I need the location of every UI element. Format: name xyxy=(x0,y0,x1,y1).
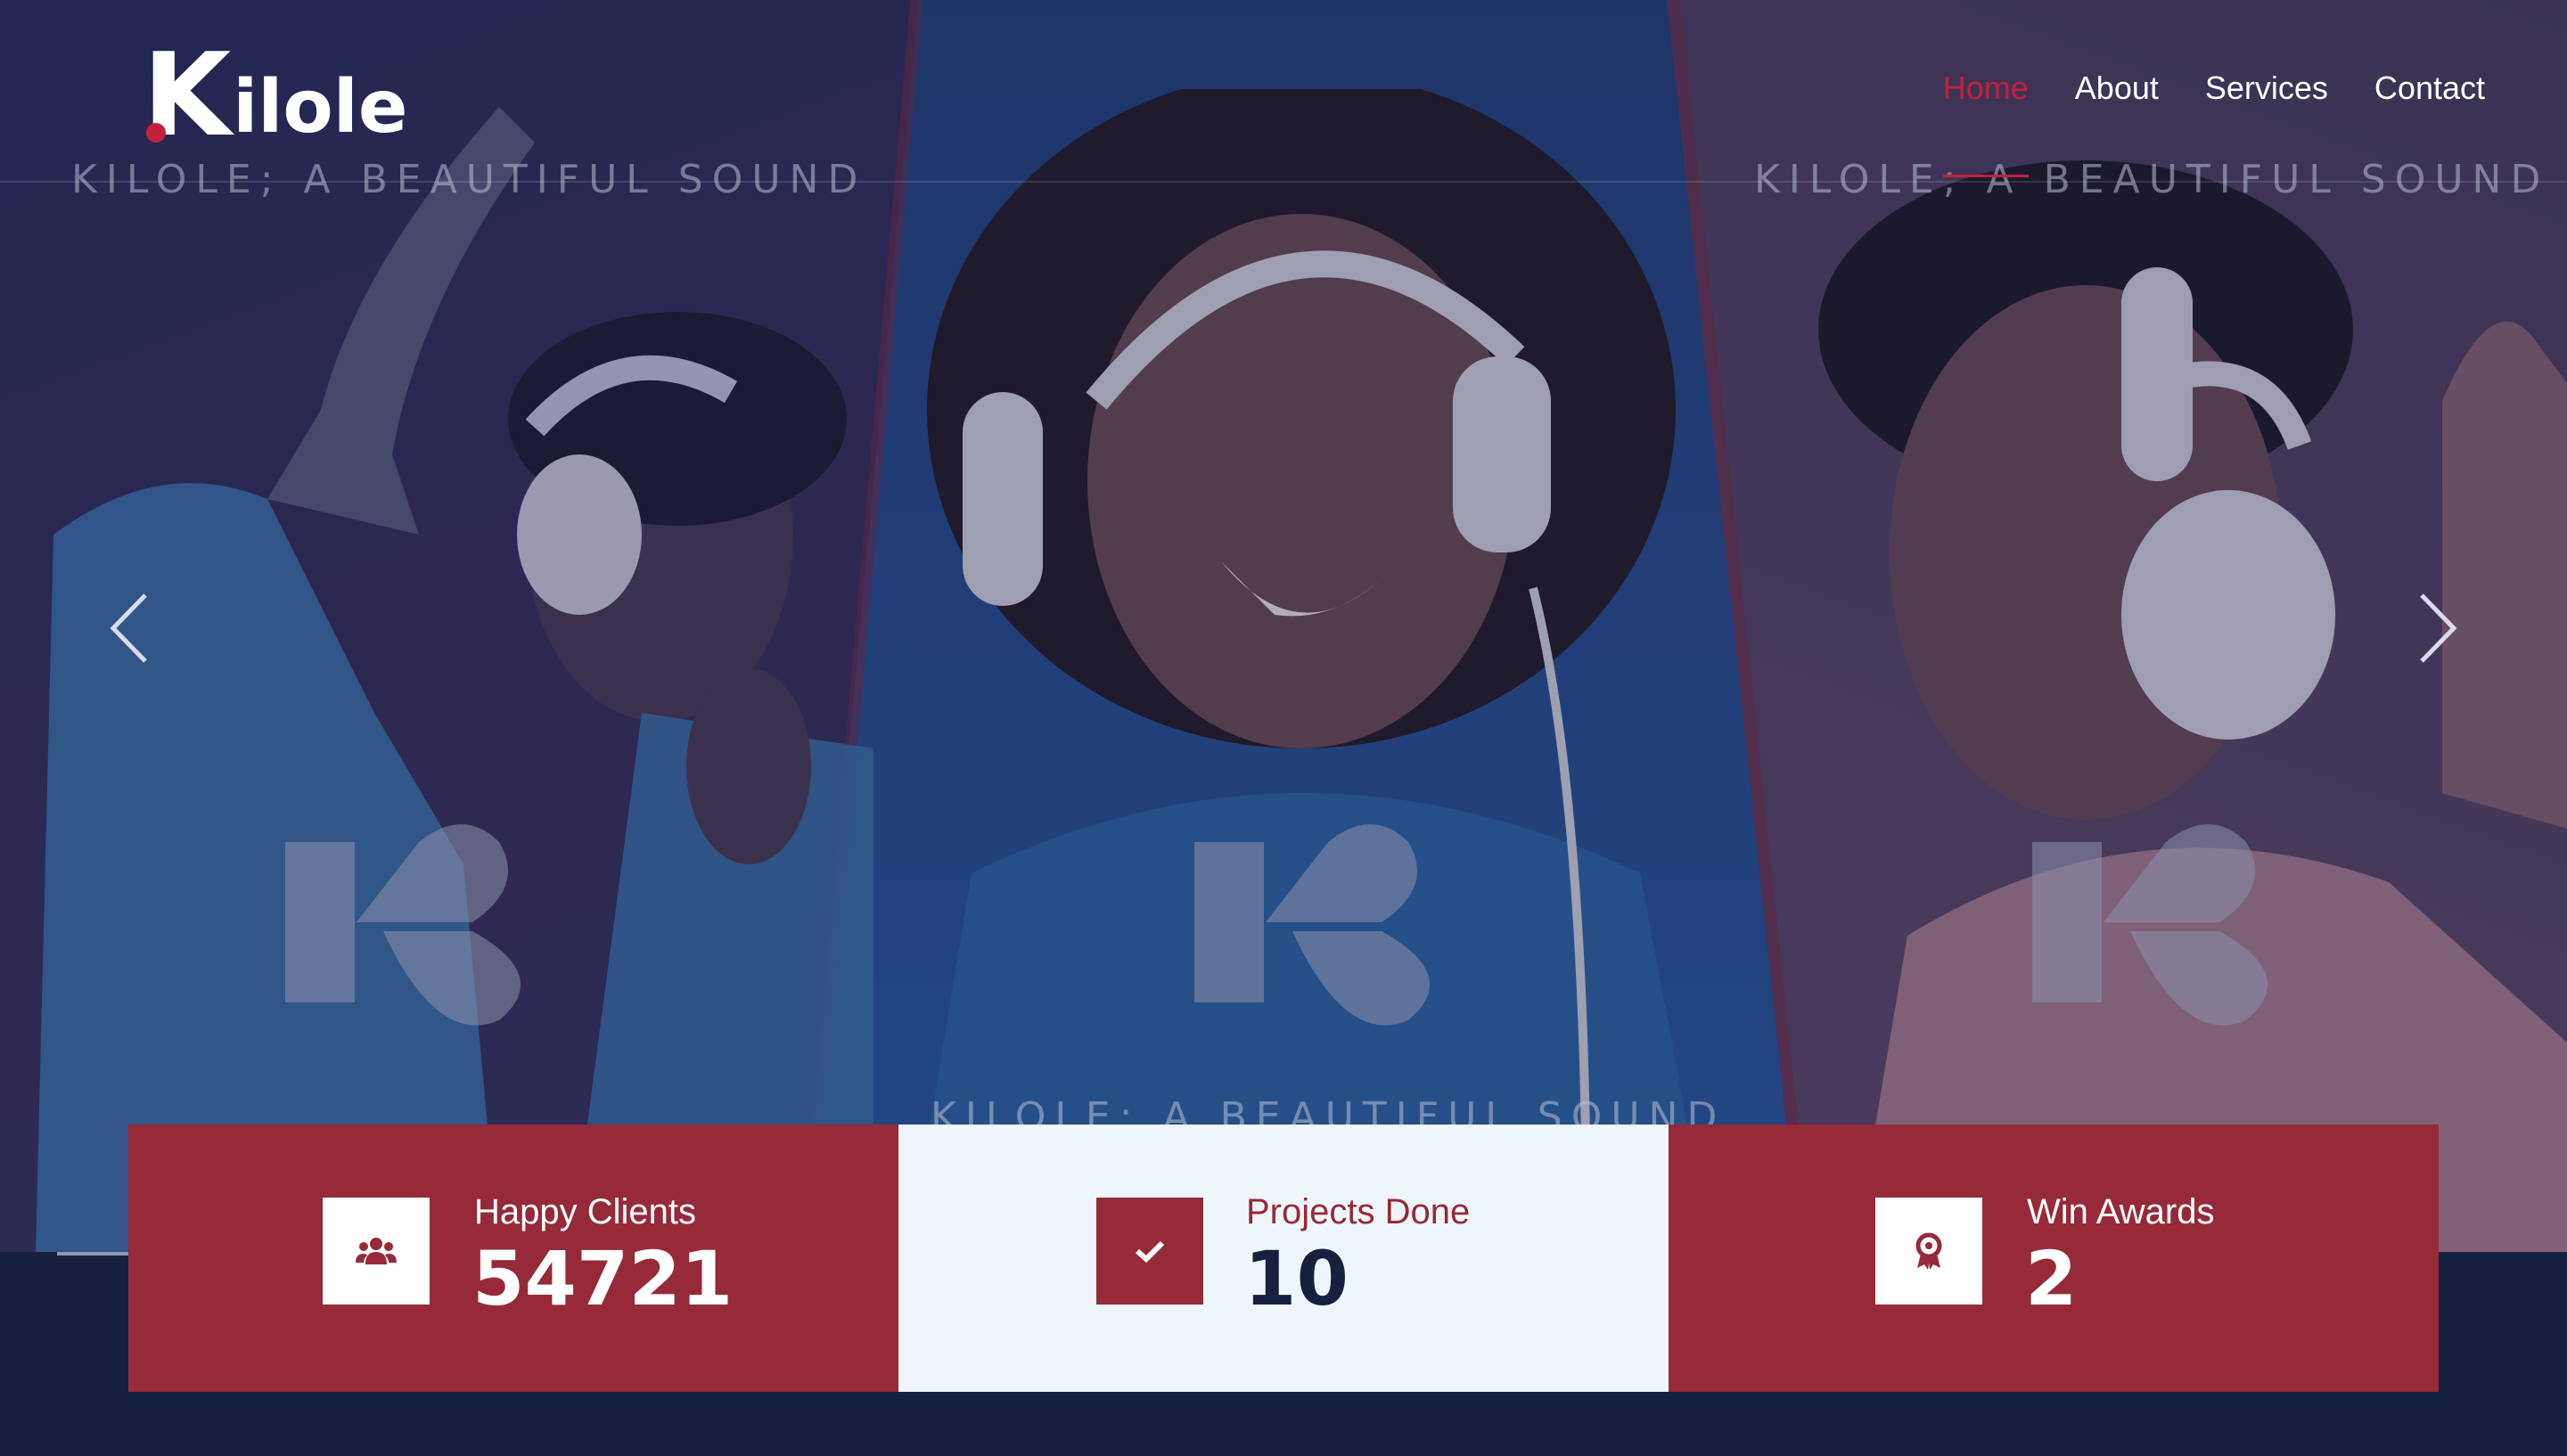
stat-happy-clients: Happy Clients 54721 xyxy=(128,1125,898,1392)
slider-progress xyxy=(57,1252,128,1256)
nav-link-contact[interactable]: Contact xyxy=(2374,70,2485,107)
stat-value: 2 xyxy=(2025,1235,2078,1322)
stat-value: 10 xyxy=(1244,1235,1349,1322)
nav-link-home[interactable]: Home xyxy=(1942,70,2029,177)
header-divider xyxy=(0,181,2567,183)
check-icon xyxy=(1135,1240,1165,1264)
logo-dot xyxy=(146,123,166,143)
k-logo-mark xyxy=(1194,824,1430,1026)
stat-icon-box xyxy=(1875,1198,1982,1305)
k-logo-mark xyxy=(2032,824,2268,1026)
main-nav: Home About Services Contact xyxy=(1942,70,2485,177)
stat-projects-done: Projects Done 10 xyxy=(898,1125,1669,1392)
logo-letter: K xyxy=(143,29,232,162)
award-icon xyxy=(1915,1232,1942,1270)
slider-next-button[interactable] xyxy=(2411,588,2464,668)
stats-bar: Happy Clients 54721 Projects Done 10 Win… xyxy=(128,1125,2439,1392)
users-icon xyxy=(356,1238,397,1264)
chevron-right-icon xyxy=(2420,593,2457,663)
stat-icon-box xyxy=(323,1198,430,1305)
stat-label: Win Awards xyxy=(2027,1192,2215,1231)
stat-value: 54721 xyxy=(472,1235,734,1322)
watermark-text: KILOLE; A BEAUTIFUL SOUND xyxy=(71,157,867,202)
slider-prev-button[interactable] xyxy=(103,588,156,668)
stat-win-awards: Win Awards 2 xyxy=(1669,1125,2439,1392)
page: KILOLE; A BEAUTIFUL SOUND KILOLE; A BEAU… xyxy=(0,0,2567,1456)
hero-slider: KILOLE; A BEAUTIFUL SOUND KILOLE; A BEAU… xyxy=(0,0,2567,1252)
site-logo[interactable]: K ilole xyxy=(143,29,407,153)
nav-link-about[interactable]: About xyxy=(2075,70,2159,107)
nav-link-services[interactable]: Services xyxy=(2205,70,2328,107)
stat-icon-box xyxy=(1096,1198,1203,1305)
chevron-left-icon xyxy=(110,593,147,663)
logo-text: ilole xyxy=(233,65,408,150)
watermark-text: KILOLE; A BEAUTIFUL SOUND xyxy=(1754,157,2550,202)
stat-label: Happy Clients xyxy=(474,1192,697,1231)
k-logo-mark xyxy=(285,824,521,1026)
stat-label: Projects Done xyxy=(1246,1192,1471,1231)
